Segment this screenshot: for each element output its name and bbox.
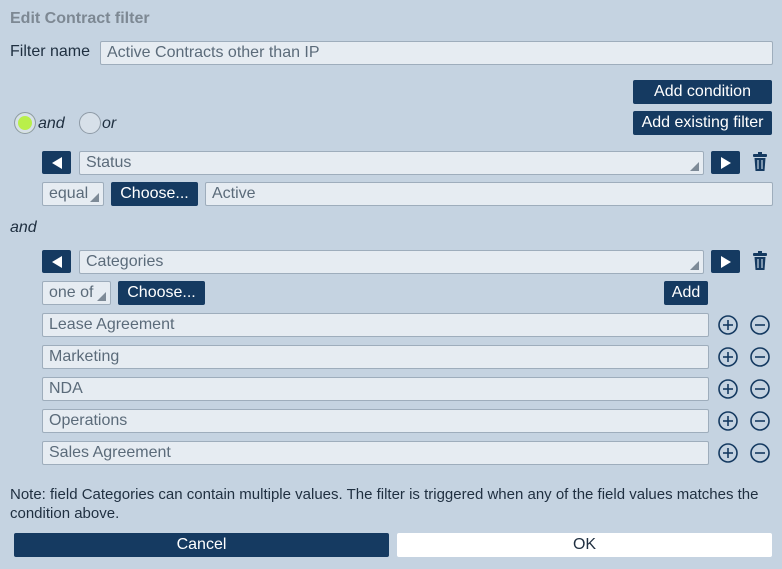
triangle-left-icon	[51, 255, 62, 268]
dropdown-corner-icon	[690, 162, 699, 171]
triangle-right-icon	[720, 156, 731, 169]
condition1-value-input[interactable]: Active	[205, 182, 773, 206]
value-row-input[interactable]: Lease Agreement	[42, 313, 709, 337]
minus-circle-icon[interactable]	[750, 443, 770, 463]
dropdown-corner-icon	[97, 292, 106, 301]
or-radio-label: or	[102, 115, 117, 132]
plus-circle-icon[interactable]	[718, 379, 738, 399]
dropdown-corner-icon	[90, 193, 99, 202]
minus-circle-icon[interactable]	[750, 315, 770, 335]
filter-note: Note: field Categories can contain multi…	[10, 486, 759, 522]
plus-circle-icon[interactable]	[718, 411, 738, 431]
condition2-prev-button[interactable]	[42, 250, 71, 273]
condition2-operator-select[interactable]: one of	[42, 281, 111, 305]
condition2-choose-button[interactable]: Choose...	[118, 281, 205, 305]
or-radio[interactable]	[79, 112, 101, 134]
add-existing-filter-button[interactable]: Add existing filter	[633, 111, 772, 135]
add-condition-button[interactable]: Add condition	[633, 80, 772, 104]
minus-circle-icon[interactable]	[750, 347, 770, 367]
minus-circle-icon[interactable]	[750, 411, 770, 431]
cancel-button[interactable]: Cancel	[14, 533, 389, 557]
filter-name-input[interactable]: Active Contracts other than IP	[100, 41, 773, 65]
condition2-delete-icon[interactable]	[752, 251, 768, 271]
condition1-prev-button[interactable]	[42, 151, 71, 174]
value-row-input[interactable]: Sales Agreement	[42, 441, 709, 465]
and-radio-label: and	[38, 115, 65, 132]
condition-connector: and	[10, 219, 37, 236]
condition1-field-select[interactable]: Status	[79, 151, 704, 175]
condition2-next-button[interactable]	[711, 250, 740, 273]
condition1-operator-select[interactable]: equal	[42, 182, 104, 206]
plus-circle-icon[interactable]	[718, 443, 738, 463]
dropdown-corner-icon	[690, 261, 699, 270]
value-row-input[interactable]: NDA	[42, 377, 709, 401]
ok-button[interactable]: OK	[397, 533, 772, 557]
triangle-left-icon	[51, 156, 62, 169]
condition1-choose-button[interactable]: Choose...	[111, 182, 198, 206]
plus-circle-icon[interactable]	[718, 347, 738, 367]
condition1-next-button[interactable]	[711, 151, 740, 174]
condition2-field-select[interactable]: Categories	[79, 250, 704, 274]
minus-circle-icon[interactable]	[750, 379, 770, 399]
and-radio[interactable]	[14, 112, 36, 134]
triangle-right-icon	[720, 255, 731, 268]
condition1-field-value: Status	[86, 154, 132, 171]
condition1-operator-value: equal	[49, 185, 89, 202]
filter-name-label: Filter name	[10, 43, 91, 60]
condition2-operator-value: one of	[49, 284, 94, 301]
condition1-delete-icon[interactable]	[752, 152, 768, 172]
value-row-input[interactable]: Operations	[42, 409, 709, 433]
dialog-title: Edit Contract filter	[10, 10, 150, 27]
condition2-field-value: Categories	[86, 253, 164, 270]
condition2-add-button[interactable]: Add	[664, 281, 708, 305]
plus-circle-icon[interactable]	[718, 315, 738, 335]
value-row-input[interactable]: Marketing	[42, 345, 709, 369]
